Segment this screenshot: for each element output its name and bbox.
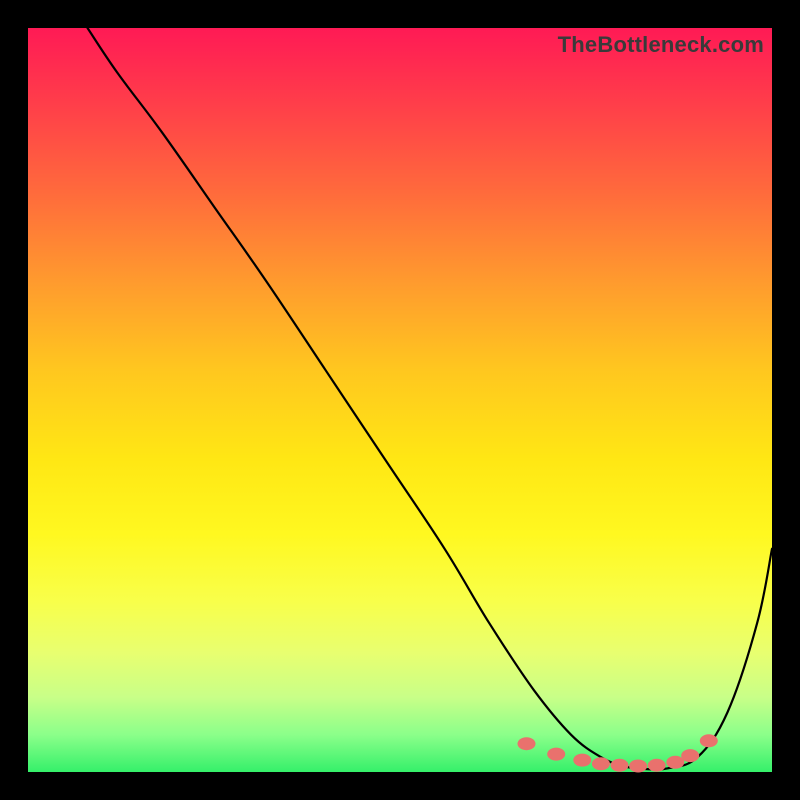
marker-dot <box>666 756 684 769</box>
chart-frame: TheBottleneck.com <box>0 0 800 800</box>
marker-dot <box>700 734 718 747</box>
marker-dot <box>547 748 565 761</box>
marker-dot <box>648 759 666 772</box>
marker-dot <box>629 760 647 773</box>
marker-dot <box>573 754 591 767</box>
marker-dot <box>611 759 629 772</box>
low-bottleneck-markers <box>518 734 718 772</box>
chart-plot-area: TheBottleneck.com <box>28 28 772 772</box>
chart-svg <box>28 28 772 772</box>
marker-dot <box>681 749 699 762</box>
bottleneck-curve <box>88 28 773 770</box>
marker-dot <box>592 757 610 770</box>
marker-dot <box>518 737 536 750</box>
